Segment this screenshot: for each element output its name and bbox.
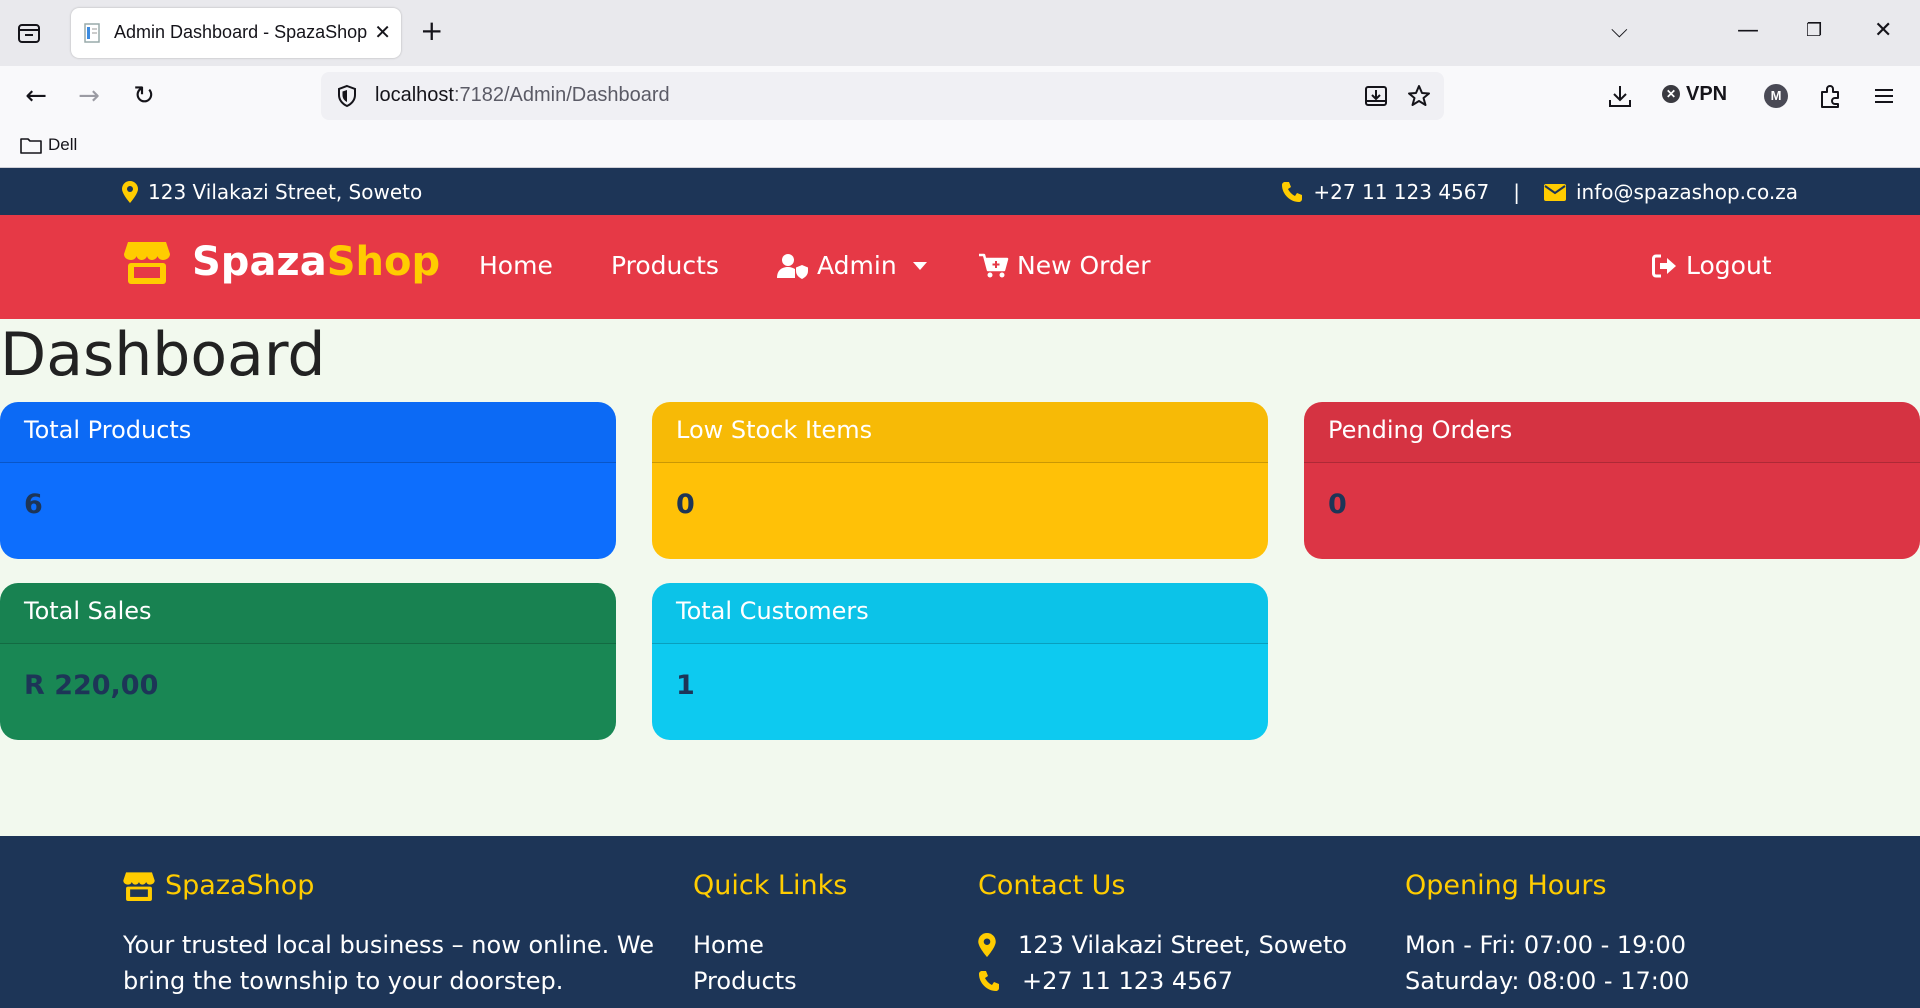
footer-contact: Contact Us 123 Vilakazi Street, Soweto +…	[978, 870, 1347, 999]
footer-hours: Opening Hours Mon - Fri: 07:00 - 19:00 S…	[1405, 870, 1689, 999]
address-bar[interactable]: localhost:7182/Admin/Dashboard	[321, 72, 1444, 120]
info-contact: +27 11 123 4567 | info@spazashop.co.za	[1281, 180, 1798, 204]
page-title: Dashboard	[0, 320, 326, 390]
account-avatar[interactable]: M	[1764, 84, 1788, 108]
card-header: Total Customers	[652, 583, 1268, 644]
tab-close-icon[interactable]: ✕	[374, 22, 391, 42]
card-total-customers: Total Customers 1	[652, 583, 1268, 740]
nav-link-products[interactable]: Products	[611, 251, 719, 280]
shield-icon[interactable]	[335, 84, 359, 108]
user-shield-icon	[777, 253, 808, 279]
footer-contact-title: Contact Us	[978, 870, 1126, 901]
cart-plus-icon	[979, 253, 1009, 277]
store-icon	[124, 242, 170, 284]
envelope-icon	[1543, 183, 1566, 201]
bookmark-star-icon[interactable]	[1406, 83, 1432, 109]
extensions-puzzle-icon[interactable]	[1816, 82, 1844, 110]
map-pin-icon	[978, 933, 996, 957]
card-pending-orders: Pending Orders 0	[1304, 402, 1920, 559]
page-favicon-icon	[84, 23, 100, 43]
logout-label: Logout	[1686, 251, 1772, 280]
site-navbar: SpazaShop Home Products Admin New Order …	[0, 215, 1920, 319]
close-window-icon[interactable]: ✕	[1874, 18, 1892, 44]
card-header: Total Sales	[0, 583, 616, 644]
back-arrow-icon[interactable]: ←	[20, 80, 52, 112]
menu-hamburger-icon[interactable]	[1870, 82, 1898, 110]
nav-admin-label: Admin	[817, 251, 897, 280]
minimize-window-icon[interactable]: —	[1737, 18, 1759, 44]
card-value: 6	[24, 489, 43, 520]
footer-tagline: Your trusted local business – now online…	[123, 931, 655, 995]
footer-contact-phone: +27 11 123 4567	[978, 963, 1347, 999]
nav-link-home[interactable]: Home	[479, 251, 553, 280]
footer-quick-links: Quick Links Home Products	[693, 870, 847, 999]
footer-link-home[interactable]: Home	[693, 927, 847, 963]
phone-icon	[1282, 182, 1303, 202]
info-phone[interactable]: +27 11 123 4567	[1313, 180, 1489, 204]
footer-hours-title: Opening Hours	[1405, 870, 1607, 901]
card-value: 1	[676, 670, 695, 701]
chevron-down-icon	[912, 261, 927, 270]
site-footer: SpazaShop Your trusted local business – …	[0, 836, 1920, 1008]
nav-dropdown-admin[interactable]: Admin	[777, 251, 927, 280]
sign-out-icon	[1652, 254, 1676, 277]
browser-tab-active[interactable]: Admin Dashboard - SpazaShop ✕	[71, 8, 401, 58]
nav-link-new-order[interactable]: New Order	[979, 251, 1151, 280]
map-pin-icon	[122, 181, 138, 203]
bookmarks-toolbar: Dell	[0, 126, 1920, 168]
url-text[interactable]: localhost:7182/Admin/Dashboard	[375, 84, 670, 107]
store-icon	[123, 871, 155, 901]
footer-about: SpazaShop Your trusted local business – …	[123, 870, 654, 999]
info-separator: |	[1513, 180, 1520, 204]
card-total-products: Total Products 6	[0, 402, 616, 559]
phone-icon	[979, 971, 999, 991]
reload-icon[interactable]: ↻	[128, 80, 160, 112]
card-total-sales: Total Sales R 220,00	[0, 583, 616, 740]
brand-name-part2: Shop	[326, 239, 441, 285]
card-low-stock: Low Stock Items 0	[652, 402, 1268, 559]
card-header: Low Stock Items	[652, 402, 1268, 463]
card-value: 0	[1328, 489, 1347, 520]
nav-new-order-label: New Order	[1017, 251, 1151, 280]
card-value: R 220,00	[24, 670, 159, 701]
footer-brand: SpazaShop	[123, 870, 654, 901]
new-tab-icon[interactable]: +	[420, 16, 443, 46]
card-header: Total Products	[0, 402, 616, 463]
logout-button[interactable]: Logout	[1652, 251, 1772, 280]
bookmark-folder-dell[interactable]: Dell	[20, 135, 77, 155]
card-header: Pending Orders	[1304, 402, 1920, 463]
footer-link-products[interactable]: Products	[693, 963, 847, 999]
brand-name-part1: Spaza	[192, 239, 327, 285]
folder-icon	[20, 138, 42, 154]
vpn-off-icon: ✕	[1662, 85, 1680, 103]
footer-hours-saturday: Saturday: 08:00 - 17:00	[1405, 967, 1690, 995]
vpn-button[interactable]: ✕ VPN	[1662, 83, 1727, 106]
restore-window-icon[interactable]: ❐	[1806, 18, 1822, 44]
downloads-icon[interactable]	[1606, 82, 1634, 110]
forward-arrow-icon[interactable]: →	[73, 80, 105, 112]
contact-info-bar: 123 Vilakazi Street, Soweto +27 11 123 4…	[0, 168, 1920, 215]
info-email[interactable]: info@spazashop.co.za	[1576, 180, 1798, 204]
footer-hours-weekday: Mon - Fri: 07:00 - 19:00	[1405, 931, 1687, 959]
tab-overflow-chevron-icon[interactable]: ⌵	[1611, 18, 1628, 44]
save-page-icon[interactable]	[1363, 83, 1389, 109]
tab-title: Admin Dashboard - SpazaShop	[114, 22, 368, 42]
info-address: 123 Vilakazi Street, Soweto	[122, 180, 422, 204]
footer-contact-address: 123 Vilakazi Street, Soweto	[978, 927, 1347, 963]
brand-logo[interactable]: SpazaShop	[124, 239, 440, 285]
browser-tab-bar: Admin Dashboard - SpazaShop ✕ + ⌵ — ❐ ✕	[0, 0, 1920, 66]
card-value: 0	[676, 489, 695, 520]
footer-quick-links-title: Quick Links	[693, 870, 848, 901]
tab-list-icon[interactable]	[16, 20, 42, 46]
browser-toolbar: ← → ↻ localhost:7182/Admin/Dashboard ✕ VP…	[0, 66, 1920, 126]
